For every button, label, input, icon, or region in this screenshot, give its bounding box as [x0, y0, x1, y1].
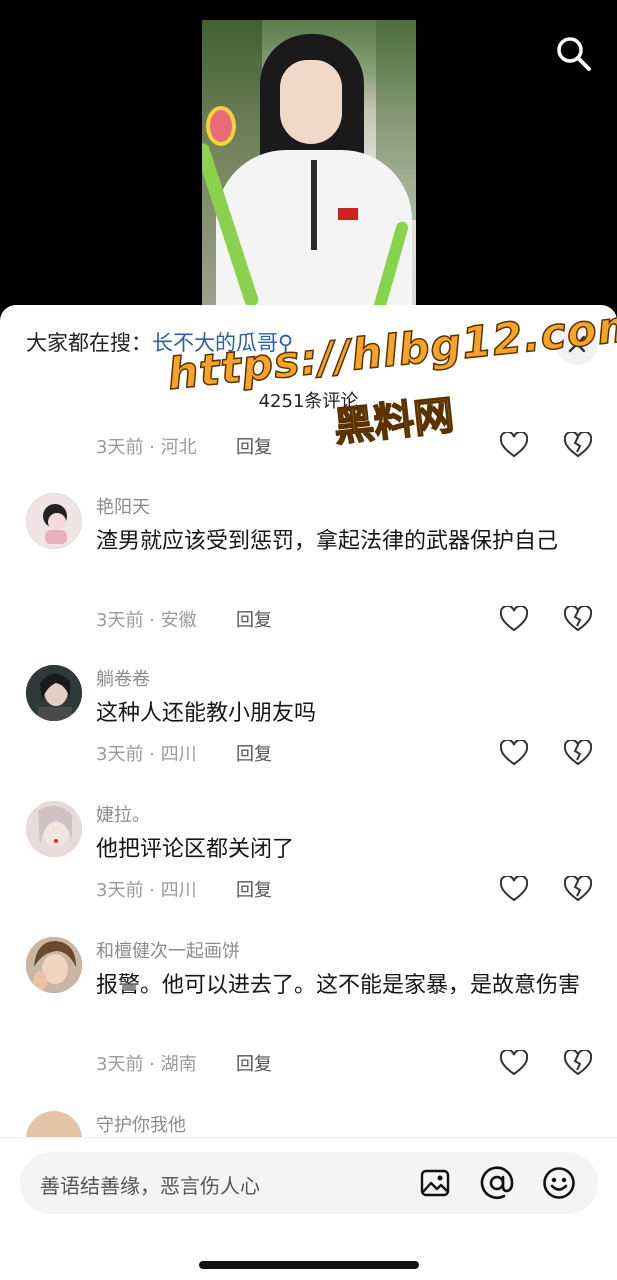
avatar[interactable]: [26, 937, 82, 993]
emoji-icon[interactable]: [542, 1166, 576, 1200]
reply-button[interactable]: 回复: [236, 876, 272, 902]
broken-heart-icon[interactable]: [564, 876, 592, 902]
hot-search-prefix: 大家都在搜：: [26, 331, 152, 355]
home-indicator: [199, 1261, 419, 1269]
comment-count: 4251条评论: [258, 391, 359, 412]
comment-input[interactable]: 善语结善缘，恶言伤人心: [20, 1152, 598, 1214]
reply-button[interactable]: 回复: [236, 606, 272, 632]
reply-button[interactable]: 回复: [236, 740, 272, 766]
close-button[interactable]: [556, 323, 598, 365]
reply-button[interactable]: 回复: [236, 1050, 272, 1076]
comment-meta: 3天前 · 四川: [96, 880, 197, 901]
heart-icon[interactable]: [500, 740, 528, 766]
heart-icon[interactable]: [500, 432, 528, 458]
comment-meta: 3天前 · 四川: [96, 744, 197, 765]
hot-search-bar[interactable]: 大家都在搜：长不大的瓜哥⚲: [26, 327, 293, 357]
comment-text: 报警。他可以进去了。这不能是家暴，是故意伤害: [96, 973, 581, 998]
heart-icon[interactable]: [500, 1050, 528, 1076]
broken-heart-icon[interactable]: [564, 432, 592, 458]
search-icon[interactable]: [554, 34, 592, 72]
comment-username[interactable]: 婕拉。: [96, 801, 150, 827]
heart-icon[interactable]: [500, 606, 528, 632]
comment-sheet: 大家都在搜：长不大的瓜哥⚲ 4251条评论 https://hlbg12.com…: [0, 305, 617, 1280]
image-icon[interactable]: [420, 1168, 450, 1198]
comment-username[interactable]: 和檀健次一起画饼: [96, 937, 240, 963]
broken-heart-icon[interactable]: [564, 1050, 592, 1076]
reply-button[interactable]: 回复: [236, 433, 272, 459]
comment-text: 这种人还能教小朋友吗: [96, 701, 317, 726]
comment-username[interactable]: 躺卷卷: [96, 665, 150, 691]
avatar[interactable]: [26, 665, 82, 721]
at-icon[interactable]: [480, 1166, 514, 1200]
comment-text: 他把评论区都关闭了: [96, 837, 295, 862]
hot-search-term[interactable]: 长不大的瓜哥: [152, 331, 278, 355]
hot-search-icon: ⚲: [278, 331, 294, 355]
broken-heart-icon[interactable]: [564, 740, 592, 766]
broken-heart-icon[interactable]: [564, 606, 592, 632]
avatar[interactable]: [26, 493, 82, 549]
comment-meta: 3天前 · 安徽: [96, 610, 197, 631]
video-frame: [202, 20, 416, 320]
avatar[interactable]: [26, 801, 82, 857]
video-player[interactable]: [0, 0, 617, 320]
comment-input-bar: 善语结善缘，恶言伤人心: [0, 1137, 617, 1280]
comment-username[interactable]: 守护你我他: [96, 1111, 186, 1137]
comment-input-placeholder: 善语结善缘，恶言伤人心: [40, 1174, 260, 1198]
heart-icon[interactable]: [500, 876, 528, 902]
comment-text: 渣男就应该受到惩罚，拿起法律的武器保护自己: [96, 529, 559, 554]
comment-meta: 3天前 · 湖南: [96, 1054, 197, 1075]
comment-username[interactable]: 艳阳天: [96, 493, 150, 519]
close-icon: [568, 335, 586, 353]
comment-meta: 3天前 · 河北: [96, 437, 197, 458]
